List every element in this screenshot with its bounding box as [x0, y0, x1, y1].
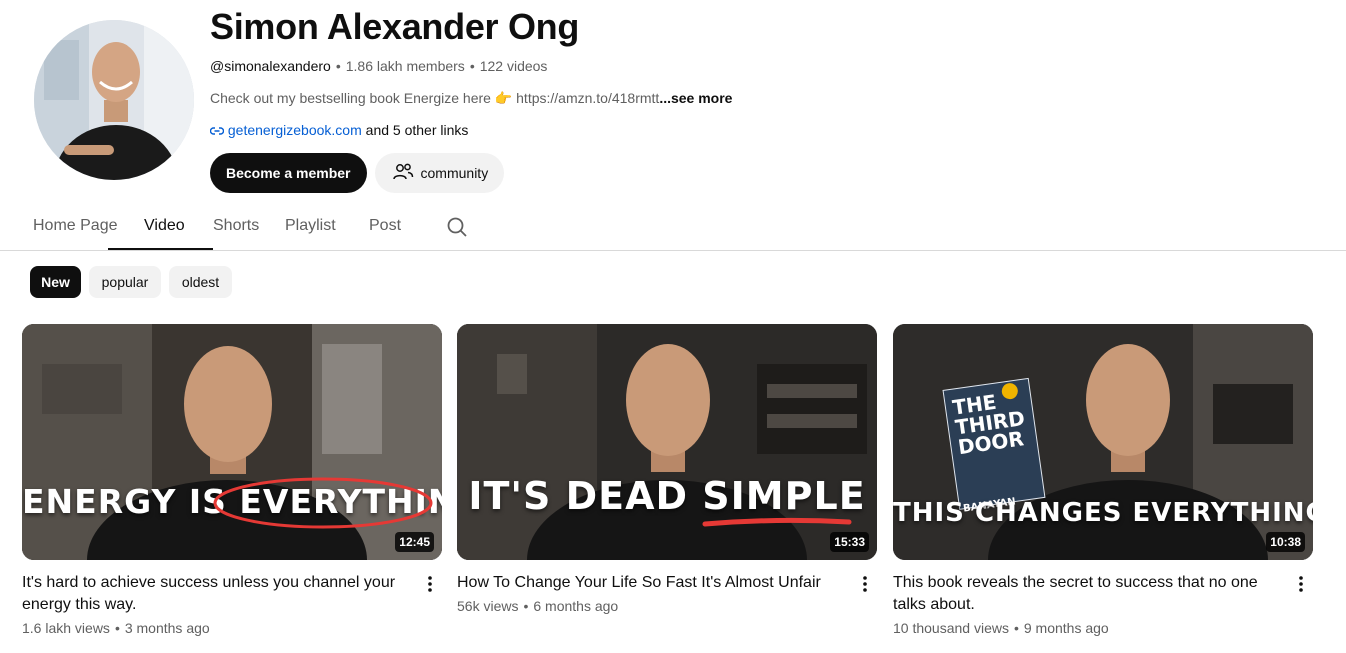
chip-popular[interactable]: popular — [89, 266, 161, 298]
community-button[interactable]: community — [374, 153, 505, 193]
video-card: ENERGY IS EVERYTHING 12:45 It's hard to … — [22, 324, 442, 638]
video-age: 6 months ago — [533, 598, 619, 614]
other-links[interactable]: and 5 other links — [366, 122, 469, 138]
thumbnail-caption: IT'S DEAD SIMPLE — [468, 474, 866, 518]
more-options-icon[interactable] — [853, 572, 877, 596]
book-title: THE THIRD DOOR — [950, 389, 1027, 460]
red-circle-mark — [213, 477, 433, 529]
video-thumbnail[interactable]: THE THIRD DOOR BANAYAN THIS CHANGES EVER… — [893, 324, 1313, 560]
video-thumbnail[interactable]: IT'S DEAD SIMPLE 15:33 — [457, 324, 877, 560]
tab-post[interactable]: Post — [369, 200, 401, 250]
video-meta: 56k views • 6 months ago — [457, 596, 841, 616]
tab-playlist[interactable]: Playlist — [285, 200, 336, 250]
video-title[interactable]: This book reveals the secret to success … — [893, 572, 1277, 616]
red-underline-mark — [702, 517, 852, 527]
channel-info: Simon Alexander Ong @simonalexandero • 1.8… — [209, 6, 910, 193]
video-duration: 12:45 — [395, 532, 434, 552]
channel-name: Simon Alexander Ong — [210, 6, 580, 47]
meta-separator: • — [523, 598, 529, 614]
video-views: 10 thousand views — [893, 620, 1009, 636]
meta-separator: • — [335, 58, 341, 74]
channel-handle: @simonalexandero — [210, 58, 331, 74]
video-meta: 10 thousand views • 9 months ago — [893, 618, 1277, 638]
video-age: 3 months ago — [124, 620, 210, 636]
channel-avatar[interactable] — [34, 20, 194, 180]
video-card: THE THIRD DOOR BANAYAN THIS CHANGES EVER… — [893, 324, 1313, 638]
video-thumbnail[interactable]: ENERGY IS EVERYTHING 12:45 — [22, 324, 442, 560]
channel-website-link[interactable]: getenergizebook.com — [228, 122, 362, 138]
thumbnail-caption: THIS CHANGES EVERYTHING — [893, 498, 1313, 528]
tab-shorts[interactable]: Shorts — [213, 200, 259, 250]
channel-description[interactable]: Check out my bestselling book Energize h… — [210, 88, 910, 108]
tab-home[interactable]: Home Page — [33, 200, 118, 250]
video-age: 9 months ago — [1023, 620, 1109, 636]
video-views: 1.6 lakh views — [22, 620, 110, 636]
see-more-link[interactable]: ...see more — [659, 90, 732, 106]
link-icon — [209, 122, 228, 138]
description-text: Check out my bestselling book Energize h… — [210, 90, 660, 106]
meta-separator: • — [114, 620, 120, 636]
video-title[interactable]: How To Change Your Life So Fast It's Alm… — [457, 572, 841, 594]
more-options-icon[interactable] — [1289, 572, 1313, 596]
chip-oldest[interactable]: oldest — [169, 266, 232, 298]
video-views: 56k views — [457, 598, 519, 614]
meta-separator: • — [469, 58, 475, 74]
more-options-icon[interactable] — [418, 572, 442, 596]
search-icon[interactable] — [445, 215, 469, 244]
channel-meta: @simonalexandero • 1.86 lakh members • 122 v… — [210, 56, 910, 76]
channel-links: getenergizebook.com and 5 other links — [209, 120, 910, 140]
video-details: This book reveals the secret to success … — [893, 572, 1313, 638]
member-count: 1.86 lakh members — [345, 58, 465, 74]
video-count: 122 videos — [479, 58, 548, 74]
video-title[interactable]: It's hard to achieve success unless you … — [22, 572, 406, 616]
channel-tabs: Home Page Video Shorts Playlist Post — [0, 200, 1346, 251]
meta-separator: • — [1013, 620, 1019, 636]
video-details: It's hard to achieve success unless you … — [22, 572, 442, 638]
people-icon — [391, 160, 415, 187]
video-details: How To Change Your Life So Fast It's Alm… — [457, 572, 877, 616]
become-member-button[interactable]: Become a member — [210, 153, 367, 193]
video-duration: 10:38 — [1266, 532, 1305, 552]
video-meta: 1.6 lakh views • 3 months ago — [22, 618, 406, 638]
chip-new[interactable]: New — [30, 266, 81, 298]
channel-actions: Become a member community — [210, 153, 910, 193]
video-card: IT'S DEAD SIMPLE 15:33 How To Change You… — [457, 324, 877, 616]
community-label: community — [420, 165, 489, 181]
video-duration: 15:33 — [830, 532, 869, 552]
tab-video[interactable]: Video — [108, 200, 213, 250]
